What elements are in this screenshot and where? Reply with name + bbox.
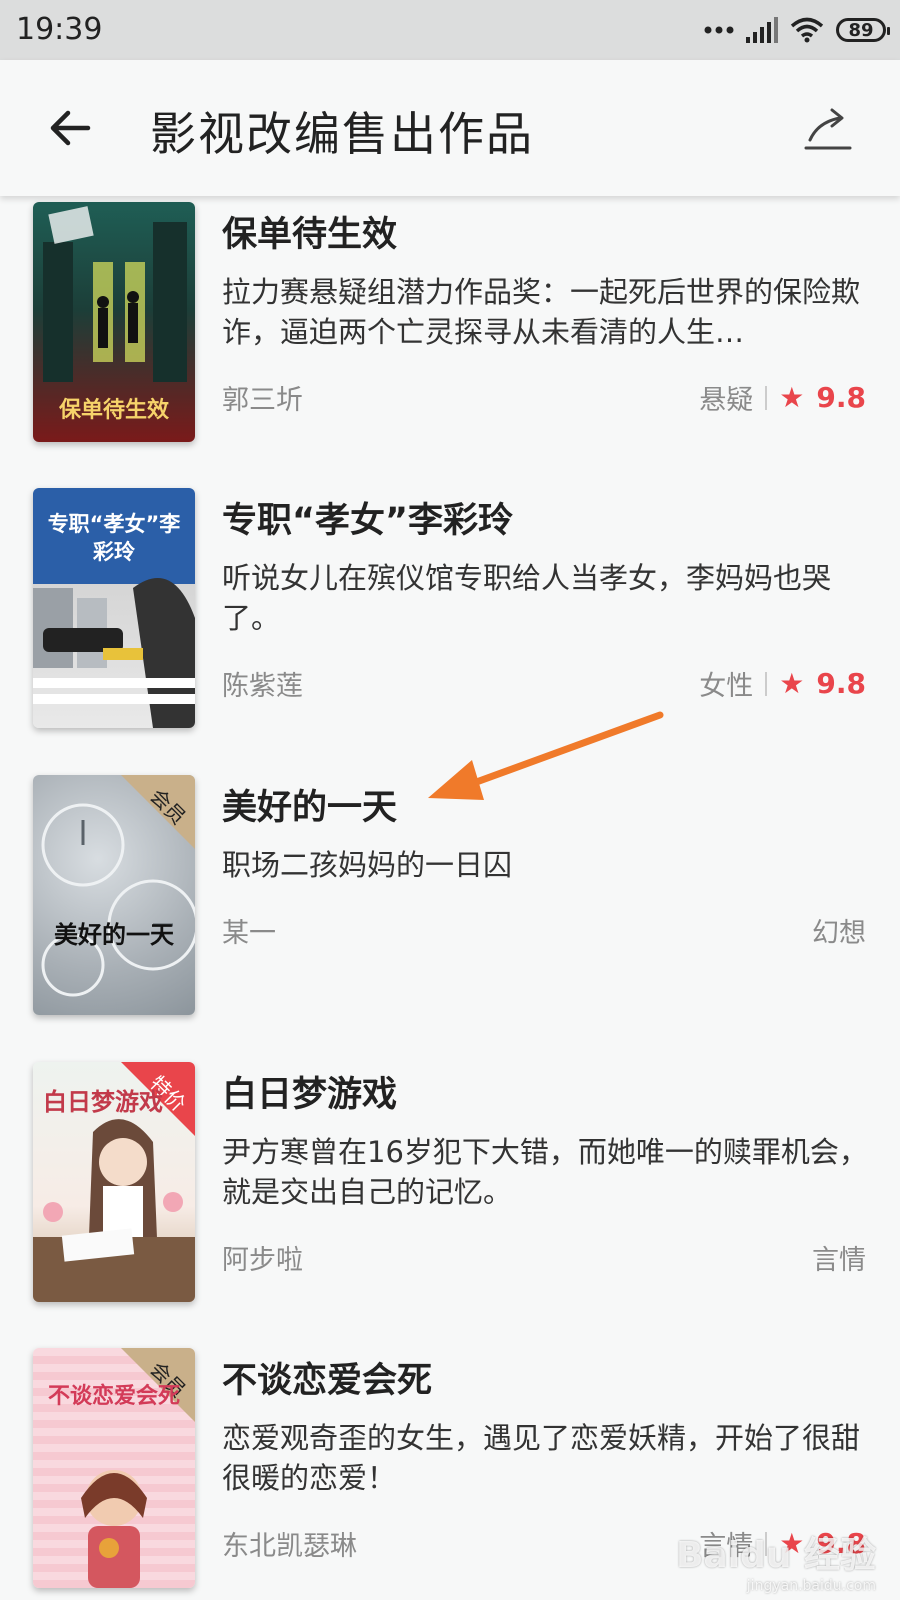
book-title[interactable]: 美好的一天 bbox=[222, 779, 397, 830]
book-title[interactable]: 白日梦游戏 bbox=[222, 1066, 397, 1117]
book-author: 陈紫莲 bbox=[222, 671, 303, 702]
book-author: 某一 bbox=[222, 918, 276, 949]
watermark-sub: jingyan.baidu.com bbox=[746, 1578, 876, 1594]
book-title[interactable]: 不谈恋爱会死 bbox=[222, 1352, 432, 1403]
book-author: 阿步啦 bbox=[222, 1245, 303, 1276]
status-icons: 89 bbox=[704, 14, 890, 46]
cover-title: 白日梦游戏 bbox=[43, 1088, 163, 1116]
book-meta: 言情 bbox=[812, 1238, 866, 1277]
book-cover[interactable]: 特价 白日梦游戏 bbox=[33, 1062, 195, 1302]
book-description: 尹方寒曾在16岁犯下大错，而她唯一的赎罪机会，就是交出自己的记忆。 bbox=[222, 1135, 868, 1209]
book-genre: 幻想 bbox=[812, 918, 866, 949]
cover-title: 保单待生效 bbox=[58, 398, 169, 423]
cover-title: 不谈恋爱会死 bbox=[47, 1384, 180, 1409]
book-cover[interactable]: 专职“孝女”李彩玲 bbox=[33, 488, 195, 728]
book-cover[interactable]: 保单待生效 bbox=[33, 202, 195, 442]
book-author: 郭三圻 bbox=[222, 385, 303, 416]
book-meta: 女性 ★ 9.8 bbox=[699, 664, 866, 703]
status-bar: 19:39 89 bbox=[0, 0, 900, 60]
book-description: 恋爱观奇歪的女生，遇见了恋爱妖精，开始了很甜很暖的恋爱！ bbox=[222, 1421, 861, 1495]
list-item[interactable]: 专职“孝女”李彩玲 专职“孝女”李彩玲 听说女儿在殡仪馆专职给人当孝女，李妈妈也… bbox=[0, 488, 900, 738]
book-cover[interactable]: 会员 不谈恋爱会死 bbox=[33, 1348, 195, 1588]
book-rating: 9.8 bbox=[816, 381, 866, 414]
cover-title: 美好的一天 bbox=[54, 920, 174, 949]
meta-divider bbox=[765, 385, 768, 410]
back-arrow-icon[interactable] bbox=[44, 100, 100, 156]
book-cover[interactable]: 会员 美好的一天 bbox=[33, 775, 195, 1015]
status-time: 19:39 bbox=[16, 12, 103, 47]
book-title[interactable]: 专职“孝女”李彩玲 bbox=[222, 492, 513, 543]
cover-title: 专职“孝女”李彩玲 bbox=[47, 512, 181, 564]
book-title[interactable]: 保单待生效 bbox=[222, 206, 397, 257]
book-genre: 悬疑 bbox=[699, 385, 754, 416]
wifi-icon bbox=[790, 17, 824, 43]
book-genre: 女性 bbox=[699, 671, 754, 702]
meta-divider bbox=[765, 671, 768, 696]
book-description: 职场二孩妈妈的一日囚 bbox=[222, 848, 513, 882]
book-meta: 悬疑 ★ 9.8 bbox=[699, 378, 866, 417]
book-description: 拉力赛悬疑组潜力作品奖：一起死后世界的保险欺诈，逼迫两个亡灵探寻从未看清的人生… bbox=[222, 275, 861, 349]
book-author: 东北凯瑟琳 bbox=[222, 1531, 357, 1562]
book-description: 听说女儿在殡仪馆专职给人当孝女，李妈妈也哭了。 bbox=[222, 561, 832, 635]
share-icon[interactable] bbox=[800, 100, 856, 156]
book-meta: 幻想 bbox=[812, 911, 866, 950]
watermark-main: Baidu 经验 bbox=[675, 1535, 876, 1576]
star-icon: ★ bbox=[779, 381, 805, 414]
baidu-watermark: Baidu 经验 jingyan.baidu.com bbox=[676, 1526, 876, 1594]
book-list[interactable]: 保单待生效 保单待生效 拉力赛悬疑组潜力作品奖：一起死后世界的保险欺诈，逼迫两个… bbox=[0, 196, 900, 1600]
header: 影视改编售出作品 bbox=[0, 60, 900, 196]
list-item[interactable]: 会员 美好的一天 美好的一天 职场二孩妈妈的一日囚 某一 幻想 bbox=[0, 775, 900, 1025]
book-rating: 9.8 bbox=[816, 667, 866, 700]
star-icon: ★ bbox=[779, 667, 805, 700]
more-dots-icon bbox=[704, 26, 734, 34]
page-title: 影视改编售出作品 bbox=[150, 107, 534, 161]
signal-icon bbox=[746, 17, 778, 43]
list-item[interactable]: 保单待生效 保单待生效 拉力赛悬疑组潜力作品奖：一起死后世界的保险欺诈，逼迫两个… bbox=[0, 202, 900, 452]
list-item[interactable]: 特价 白日梦游戏 白日梦游戏 尹方寒曾在16岁犯下大错，而她唯一的赎罪机会，就是… bbox=[0, 1062, 900, 1312]
battery-indicator: 89 bbox=[836, 18, 890, 42]
book-genre: 言情 bbox=[812, 1245, 866, 1276]
